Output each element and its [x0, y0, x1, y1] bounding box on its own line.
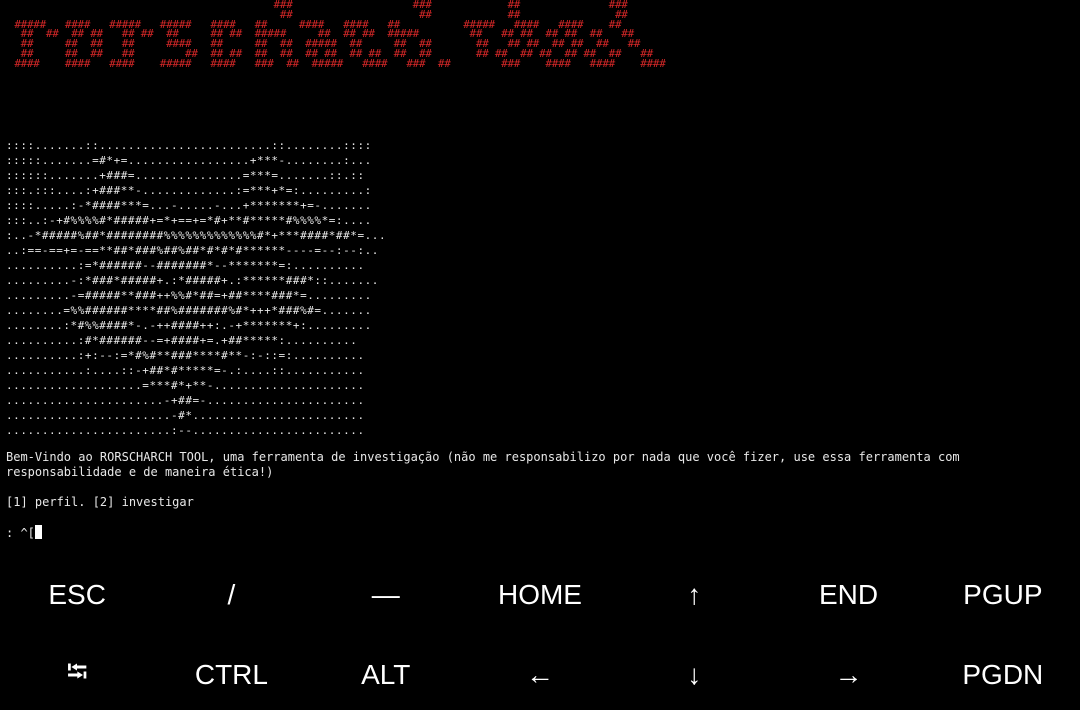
- menu-options: [1] perfil. [2] investigar: [6, 495, 194, 509]
- extra-keys-row-2: ⭾ CTRL ALT ← ↓ → PGDN: [0, 640, 1080, 710]
- slash-key[interactable]: /: [154, 560, 308, 630]
- arrow-left-key[interactable]: ←: [463, 640, 617, 710]
- page-down-key[interactable]: PGDN: [926, 640, 1080, 710]
- page-up-key[interactable]: PGUP: [926, 560, 1080, 630]
- alt-key[interactable]: ALT: [309, 640, 463, 710]
- arrow-up-key[interactable]: ↑: [617, 560, 771, 630]
- home-key[interactable]: HOME: [463, 560, 617, 630]
- ctrl-key[interactable]: CTRL: [154, 640, 308, 710]
- esc-key[interactable]: ESC: [0, 560, 154, 630]
- welcome-message: Bem-Vindo ao RORSCHARCH TOOL, uma ferram…: [6, 450, 967, 479]
- arrow-down-key[interactable]: ↓: [617, 640, 771, 710]
- tab-key-icon[interactable]: ⭾: [0, 640, 154, 710]
- ascii-art-image: ::::.......::........................::.…: [6, 139, 387, 437]
- terminal-output[interactable]: ### ### ## ### ## ## ## ## ##### #### ##…: [0, 0, 1080, 556]
- dash-key[interactable]: —: [309, 560, 463, 630]
- end-key[interactable]: END: [771, 560, 925, 630]
- ascii-banner-title: ### ### ## ### ## ## ## ## ##### #### ##…: [14, 0, 666, 70]
- arrow-right-key[interactable]: →: [771, 640, 925, 710]
- command-prompt-line[interactable]: : ^[: [6, 525, 1072, 541]
- extra-keys-row-1: ESC / — HOME ↑ END PGUP: [0, 560, 1080, 630]
- prompt-text: : ^[: [6, 526, 35, 540]
- text-cursor: [34, 525, 42, 539]
- extra-keys-bar: ESC / — HOME ↑ END PGUP ⭾ CTRL ALT ← ↓ →…: [0, 556, 1080, 699]
